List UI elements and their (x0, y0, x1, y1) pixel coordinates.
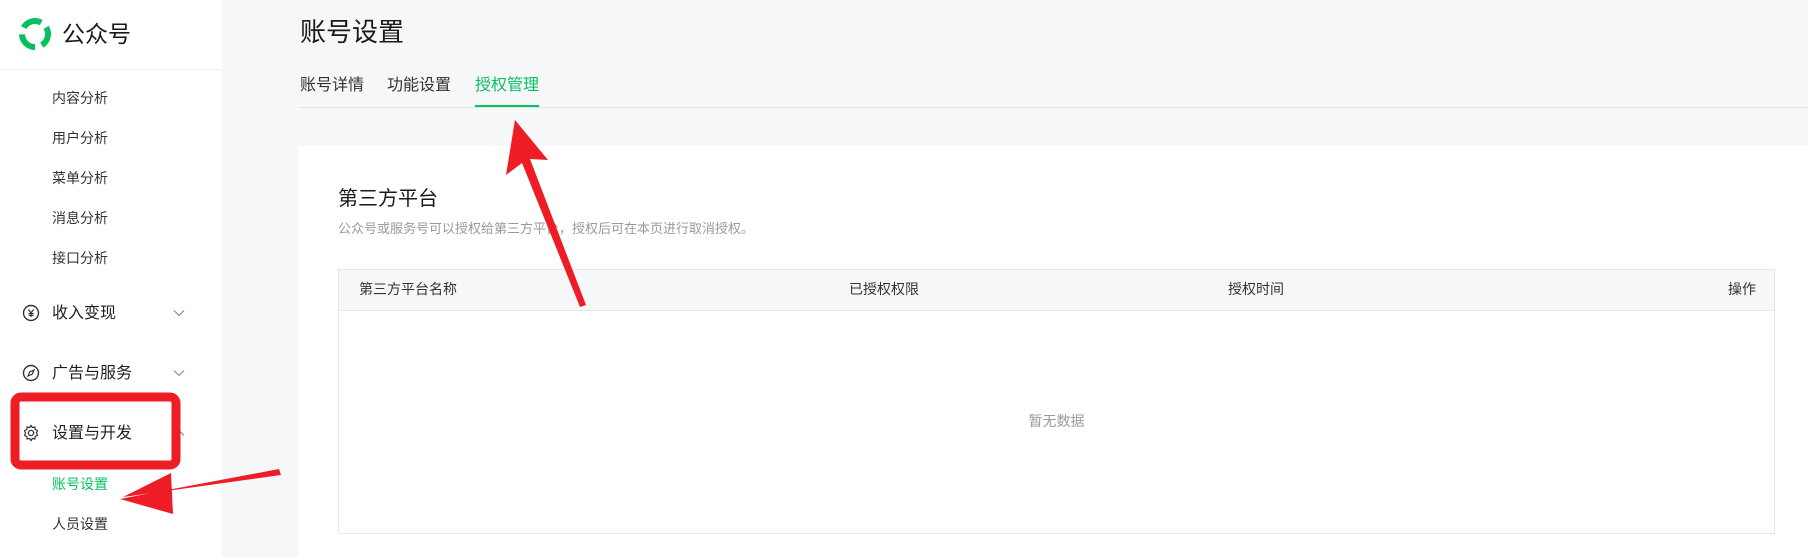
table-empty-state: 暂无数据 (1028, 414, 1085, 430)
tab-bar: 账号详情 功能设置 授权管理 (300, 74, 1808, 108)
column-header-permissions: 已授权权限 (849, 282, 919, 298)
sidebar-item-content-analysis[interactable]: 内容分析 (52, 89, 108, 109)
sidebar-item-account-settings[interactable]: 账号设置 (52, 475, 108, 495)
sidebar-group-ads-services[interactable]: 广告与服务 (22, 360, 192, 386)
column-header-platform-name: 第三方平台名称 (359, 282, 457, 298)
table-header: 第三方平台名称 已授权权限 授权时间 操作 (339, 270, 1774, 311)
compass-icon (22, 364, 40, 382)
sidebar-group-settings-dev[interactable]: 设置与开发 (22, 420, 192, 446)
sidebar: 公众号 内容分析 用户分析 菜单分析 消息分析 接口分析 收入变现 广告与服务 … (0, 0, 222, 557)
sidebar-item-member-settings[interactable]: 人员设置 (52, 515, 108, 535)
sidebar-item-menu-analysis[interactable]: 菜单分析 (52, 169, 108, 189)
section-description: 公众号或服务号可以授权给第三方平台，授权后可在本页进行取消授权。 (338, 222, 755, 237)
chevron-down-icon (173, 310, 185, 317)
chevron-up-icon (173, 429, 185, 436)
tab-feature-settings[interactable]: 功能设置 (387, 74, 451, 106)
column-header-auth-time: 授权时间 (1228, 282, 1284, 298)
sidebar-group-label: 收入变现 (52, 303, 117, 322)
third-party-platform-card: 第三方平台 公众号或服务号可以授权给第三方平台，授权后可在本页进行取消授权。 第… (298, 146, 1808, 557)
yuan-coin-icon (22, 304, 40, 322)
sidebar-item-api-analysis[interactable]: 接口分析 (52, 249, 108, 269)
sidebar-group-monetization[interactable]: 收入变现 (22, 300, 192, 326)
section-title: 第三方平台 (338, 186, 438, 210)
tab-account-details[interactable]: 账号详情 (300, 74, 364, 106)
chevron-down-icon (173, 370, 185, 377)
sidebar-item-user-analysis[interactable]: 用户分析 (52, 129, 108, 149)
sidebar-group-label: 广告与服务 (52, 363, 133, 382)
wechat-official-account-logo (19, 18, 51, 50)
gear-icon (23, 424, 39, 442)
sidebar-group-label: 设置与开发 (52, 423, 133, 442)
tab-authorization-management[interactable]: 授权管理 (475, 74, 540, 107)
authorization-table: 第三方平台名称 已授权权限 授权时间 操作 暂无数据 (338, 269, 1775, 534)
brand-header[interactable]: 公众号 (0, 0, 222, 70)
brand-name: 公众号 (62, 22, 131, 48)
column-header-actions: 操作 (1728, 282, 1756, 298)
page-title: 账号设置 (300, 18, 405, 48)
sidebar-item-message-analysis[interactable]: 消息分析 (52, 209, 108, 229)
